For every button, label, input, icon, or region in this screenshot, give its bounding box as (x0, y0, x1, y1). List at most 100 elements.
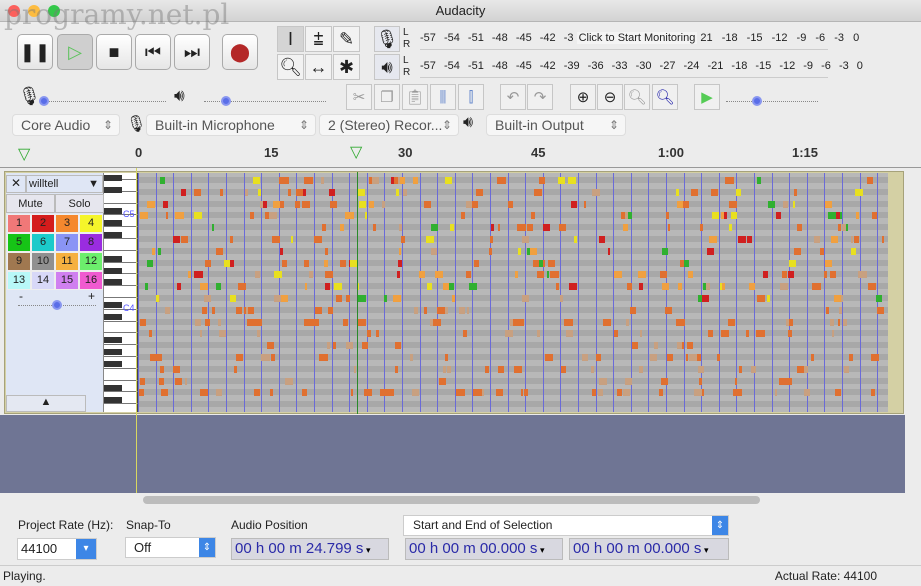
start-monitoring-prompt[interactable]: Click to Start Monitoring (576, 32, 698, 44)
note[interactable] (236, 354, 241, 361)
note[interactable] (266, 342, 274, 350)
note[interactable] (424, 306, 427, 314)
note[interactable] (411, 389, 419, 397)
note[interactable] (756, 295, 765, 302)
note[interactable] (218, 330, 227, 338)
note[interactable] (825, 306, 829, 314)
note[interactable] (443, 283, 449, 291)
note[interactable] (324, 247, 329, 255)
scrollbar-thumb[interactable] (143, 496, 760, 504)
note[interactable] (623, 224, 628, 232)
selection-end-field[interactable]: 00 h 00 m 00.000 s ▾ (569, 538, 729, 560)
note[interactable] (302, 200, 305, 208)
note[interactable] (376, 330, 379, 338)
note[interactable] (833, 295, 841, 302)
note[interactable] (253, 177, 260, 184)
note[interactable] (202, 306, 208, 314)
note[interactable] (766, 295, 771, 302)
note[interactable] (270, 389, 274, 397)
channel-toggle-4[interactable]: 4 (79, 214, 103, 233)
note[interactable] (194, 271, 203, 279)
note[interactable] (393, 295, 401, 302)
note[interactable] (837, 224, 841, 232)
output-device-select[interactable]: Built-in Output (486, 114, 626, 136)
note[interactable] (825, 200, 833, 208)
note[interactable] (748, 283, 755, 291)
note[interactable] (449, 224, 454, 232)
note[interactable] (547, 259, 555, 267)
note[interactable] (146, 259, 153, 267)
vertical-scrollbar[interactable] (905, 170, 921, 493)
note[interactable] (564, 318, 573, 326)
note[interactable] (156, 295, 160, 302)
note[interactable] (205, 259, 211, 267)
note[interactable] (223, 259, 230, 267)
note[interactable] (466, 271, 472, 279)
channel-toggle-8[interactable]: 8 (79, 233, 103, 252)
note[interactable] (706, 283, 711, 291)
note[interactable] (402, 188, 407, 196)
note[interactable] (230, 236, 233, 243)
note[interactable] (837, 318, 841, 326)
note[interactable] (702, 295, 709, 302)
note[interactable] (409, 354, 413, 361)
note[interactable] (468, 283, 477, 291)
note[interactable] (323, 259, 329, 267)
note[interactable] (491, 224, 494, 232)
note[interactable] (639, 283, 643, 291)
note[interactable] (678, 283, 683, 291)
note[interactable] (384, 295, 388, 302)
note[interactable] (617, 389, 623, 397)
note[interactable] (175, 212, 184, 220)
fit-project-button[interactable]: 🔍︎ (652, 84, 678, 110)
note[interactable] (497, 365, 504, 373)
note[interactable] (160, 389, 169, 397)
note[interactable] (219, 188, 223, 196)
note[interactable] (676, 318, 685, 326)
note[interactable] (825, 259, 833, 267)
note[interactable] (727, 318, 736, 326)
note[interactable] (304, 283, 308, 291)
note[interactable] (665, 212, 670, 220)
note[interactable] (724, 177, 734, 184)
note[interactable] (398, 247, 402, 255)
stop-button[interactable]: ■ (96, 34, 132, 70)
note[interactable] (722, 283, 726, 291)
note[interactable] (746, 330, 750, 338)
note[interactable] (165, 212, 169, 220)
note[interactable] (175, 377, 182, 385)
channel-toggle-12[interactable]: 12 (79, 252, 103, 271)
note[interactable] (249, 212, 254, 220)
record-meter[interactable]: -57 -54 -51 -48 -45 -42 -3 Click to Star… (420, 26, 859, 50)
note[interactable] (419, 271, 425, 279)
note[interactable] (163, 200, 169, 208)
note[interactable] (339, 259, 346, 267)
note[interactable] (397, 259, 402, 267)
channel-toggle-7[interactable]: 7 (55, 233, 79, 252)
note[interactable] (583, 200, 587, 208)
play-at-speed-button[interactable]: ▶ (694, 84, 720, 110)
note[interactable] (522, 236, 530, 243)
note[interactable] (456, 389, 465, 397)
note[interactable] (607, 247, 611, 255)
note[interactable] (720, 212, 725, 220)
note[interactable] (829, 271, 837, 279)
note[interactable] (812, 283, 821, 291)
envelope-tool[interactable]: ⩲ (305, 26, 332, 52)
note[interactable] (599, 377, 607, 385)
fit-selection-button[interactable]: 🔍︎ (624, 84, 650, 110)
note[interactable] (662, 247, 669, 255)
note[interactable] (141, 389, 145, 397)
channel-toggle-16[interactable]: 16 (79, 271, 103, 290)
note[interactable] (796, 365, 804, 373)
note[interactable] (151, 247, 156, 255)
cut-button[interactable]: ✂ (346, 84, 372, 110)
multi-tool[interactable]: ✱ (333, 54, 360, 80)
timeline-ruler[interactable]: ▽ ▽ 0 15 30 45 1:00 1:15 (0, 140, 921, 168)
note[interactable] (762, 271, 768, 279)
recording-volume-slider[interactable] (39, 92, 166, 106)
note[interactable] (796, 224, 802, 232)
note[interactable] (193, 212, 202, 220)
note[interactable] (309, 271, 313, 279)
note[interactable] (707, 330, 714, 338)
